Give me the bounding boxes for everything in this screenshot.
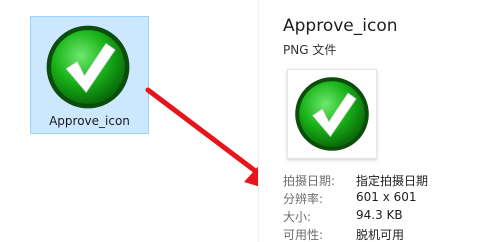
property-value: 脱机可用 xyxy=(356,228,405,242)
green-checkmark-icon xyxy=(295,77,369,151)
details-title: Approve_icon xyxy=(283,16,398,36)
explorer-window: Approve_icon Approve_icon PNG 文件 拍摄日期: 指… xyxy=(0,0,496,242)
property-value[interactable]: 指定拍摄日期 xyxy=(356,172,428,189)
property-label: 拍摄日期: xyxy=(283,174,336,188)
green-checkmark-icon xyxy=(46,25,130,109)
file-item-approve-icon[interactable]: Approve_icon xyxy=(30,16,149,134)
details-pane: Approve_icon PNG 文件 拍摄日期: 指定拍摄日期 分辨率: 60… xyxy=(258,0,496,242)
property-label: 分辨率: xyxy=(283,192,324,206)
details-preview xyxy=(287,69,377,159)
property-value: 94.3 KB xyxy=(356,208,403,222)
details-file-type: PNG 文件 xyxy=(283,43,337,57)
property-label: 可用性: xyxy=(283,228,324,242)
property-label: 大小: xyxy=(283,210,312,224)
property-value: 601 x 601 xyxy=(356,190,417,204)
file-name-label: Approve_icon xyxy=(49,114,130,128)
